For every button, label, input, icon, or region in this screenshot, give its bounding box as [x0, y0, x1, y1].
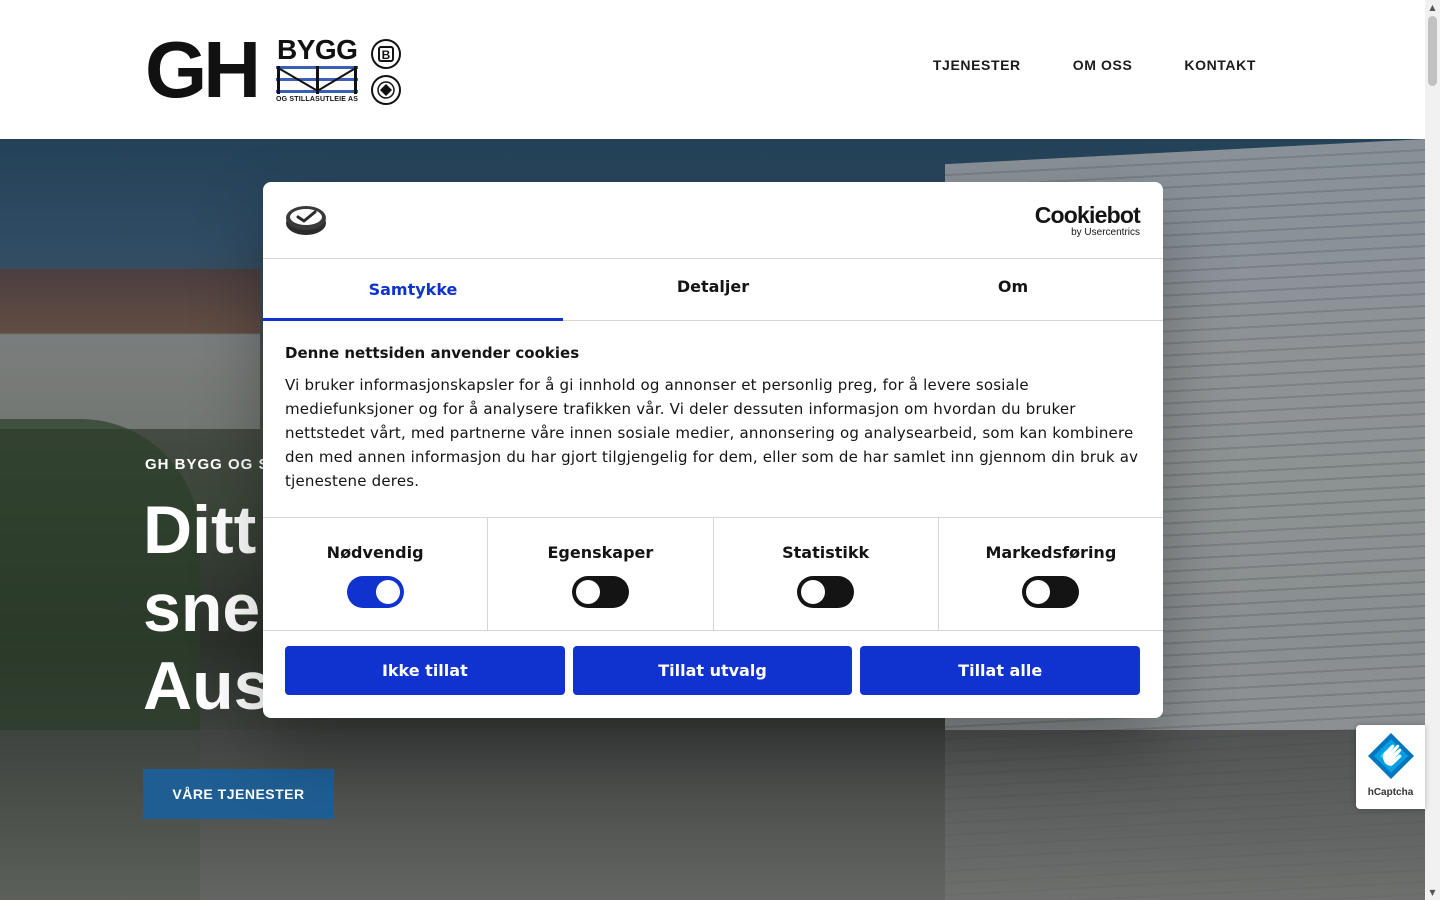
nav-link-tjenester[interactable]: TJENESTER: [933, 57, 1021, 73]
svg-text:B: B: [382, 48, 391, 62]
logo-bygg-text: BYGG: [277, 34, 358, 65]
cookie-dialog-body: Denne nettsiden anvender cookies Vi bruk…: [285, 344, 1141, 493]
cookie-category-toggles: Nødvendig Egenskaper Statistikk Markedsf…: [263, 517, 1163, 631]
category-label: Egenskaper: [547, 543, 654, 562]
services-cta-button[interactable]: VÅRE TJENESTER: [143, 769, 334, 819]
trade-seal-icon: [371, 75, 401, 105]
cookie-consent-dialog: Cookiebot by Usercentrics Samtykke Detal…: [263, 182, 1163, 718]
cookiebot-logo[interactable]: Cookiebot by Usercentrics: [1034, 202, 1141, 238]
hero-heading-line: Ditt: [143, 492, 257, 568]
cookie-dialog-tabs: Samtykke Detaljer Om: [263, 259, 1163, 321]
cookiebot-byline: by Usercentrics: [1071, 227, 1140, 238]
scaffold-icon: [276, 66, 358, 94]
marketing-toggle[interactable]: [1022, 576, 1080, 608]
cookie-dialog-title: Denne nettsiden anvender cookies: [285, 344, 580, 362]
hcaptcha-badge[interactable]: hCaptcha: [1356, 725, 1425, 809]
site-logo-icon: [286, 206, 326, 235]
statistics-toggle[interactable]: [797, 576, 855, 608]
tab-om[interactable]: Om: [863, 259, 1163, 320]
necessary-toggle[interactable]: [346, 576, 404, 608]
hero-heading-line: snel: [143, 570, 280, 646]
cookiebot-brand: Cookiebot: [1034, 202, 1141, 228]
category-statistics: Statistikk: [714, 518, 939, 630]
cookie-dialog-description: Vi bruker informasjonskapsler for å gi i…: [285, 376, 1139, 490]
category-marketing: Markedsføring: [939, 518, 1163, 630]
page-scrollbar[interactable]: ▲ ▼: [1425, 0, 1440, 900]
logo-tagline: OG STILLASUTLEIE AS: [276, 96, 359, 103]
company-logo[interactable]: GH BYGG OG STILLASUTLEIE AS B: [145, 30, 407, 110]
deny-button[interactable]: Ikke tillat: [285, 646, 565, 695]
category-label: Markedsføring: [985, 543, 1117, 562]
hero-heading-line: Aus: [143, 648, 272, 724]
logo-gh-text: GH: [145, 25, 261, 114]
preferences-toggle[interactable]: [571, 576, 629, 608]
tab-samtykke[interactable]: Samtykke: [263, 259, 563, 321]
allow-selection-button[interactable]: Tillat utvalg: [572, 646, 853, 695]
scrollbar-thumb[interactable]: [1428, 16, 1437, 86]
category-preferences: Egenskaper: [488, 518, 714, 630]
chevron-up-icon[interactable]: ▲: [1425, 0, 1440, 15]
tab-detaljer[interactable]: Detaljer: [563, 259, 863, 320]
nav-link-om-oss[interactable]: OM OSS: [1073, 57, 1133, 73]
hero-heading: Ditt snel Aus: [143, 491, 279, 725]
category-label: Statistikk: [782, 543, 870, 562]
main-nav: TJENESTER OM OSS KONTAKT: [933, 57, 1256, 73]
cookie-dialog-header: Cookiebot by Usercentrics: [263, 182, 1163, 259]
nav-link-kontakt[interactable]: KONTAKT: [1184, 57, 1256, 73]
category-label: Nødvendig: [326, 543, 424, 562]
hcaptcha-label: hCaptcha: [1367, 787, 1414, 798]
hcaptcha-hand-icon: [1368, 733, 1414, 779]
allow-all-button[interactable]: Tillat alle: [860, 646, 1141, 695]
chevron-down-icon[interactable]: ▼: [1425, 885, 1440, 900]
category-necessary: Nødvendig: [263, 518, 489, 630]
hero-kicker: GH BYGG OG S: [145, 456, 270, 473]
cookie-dialog-actions: Ikke tillat Tillat utvalg Tillat alle: [285, 646, 1141, 695]
certification-seal-icon: B: [371, 39, 401, 69]
site-header: GH BYGG OG STILLASUTLEIE AS B TJENESTER …: [0, 0, 1425, 139]
